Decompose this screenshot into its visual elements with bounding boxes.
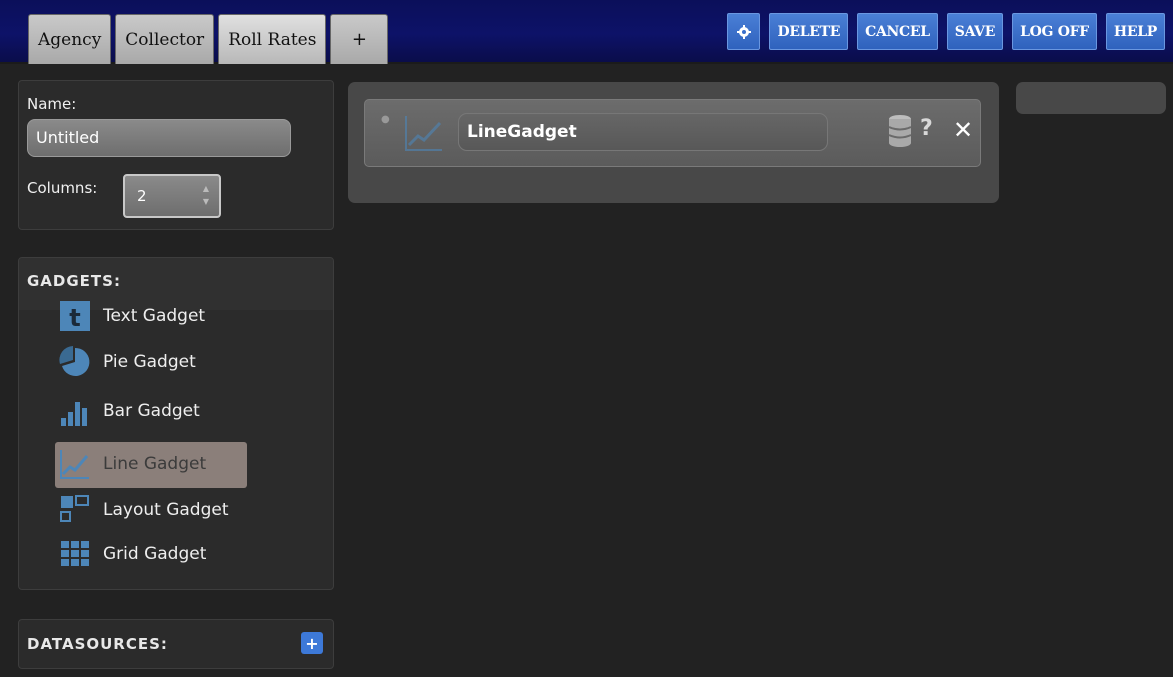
add-tab-button[interactable]: + bbox=[330, 14, 389, 64]
drag-handle-icon[interactable]: ● bbox=[381, 114, 390, 125]
gadget-item-bar[interactable]: Bar Gadget bbox=[57, 389, 200, 433]
help-icon[interactable]: ? bbox=[920, 116, 933, 141]
dashboard-column-2[interactable] bbox=[1016, 82, 1166, 114]
gadget-title-input[interactable]: LineGadget bbox=[458, 113, 828, 151]
layout-gadget-icon bbox=[57, 492, 93, 528]
database-icon[interactable] bbox=[887, 114, 913, 152]
gadget-item-label: Layout Gadget bbox=[103, 500, 229, 520]
columns-stepper[interactable]: 2 ▲ ▼ bbox=[123, 174, 221, 218]
tab-collector[interactable]: Collector bbox=[115, 14, 215, 64]
tab-roll-rates[interactable]: Roll Rates bbox=[218, 14, 327, 64]
gadget-item-label: Text Gadget bbox=[103, 306, 206, 326]
save-button[interactable]: SAVE bbox=[946, 13, 1004, 50]
cancel-button[interactable]: CANCEL bbox=[857, 13, 938, 50]
top-bar: Agency Collector Roll Rates + DELETE CAN… bbox=[0, 0, 1173, 64]
line-gadget-icon bbox=[403, 113, 445, 153]
grid-gadget-icon bbox=[57, 536, 93, 572]
dashboard-column-1[interactable]: ● LineGadget ? ✕ bbox=[348, 82, 999, 203]
gadget-item-label: Line Gadget bbox=[103, 454, 207, 474]
name-label: Name: bbox=[27, 95, 77, 113]
log-off-button[interactable]: LOG OFF bbox=[1012, 13, 1097, 50]
gadget-item-pie[interactable]: Pie Gadget bbox=[57, 340, 196, 384]
dashboard-tabs: Agency Collector Roll Rates + bbox=[28, 14, 389, 64]
svg-text:t: t bbox=[69, 304, 80, 332]
columns-value: 2 bbox=[137, 187, 147, 205]
dashboard-settings-panel: Name: Untitled Columns: 2 ▲ ▼ bbox=[18, 80, 334, 230]
delete-button[interactable]: DELETE bbox=[769, 13, 849, 50]
tab-agency[interactable]: Agency bbox=[28, 14, 112, 64]
gadget-item-label: Grid Gadget bbox=[103, 544, 207, 564]
gadget-item-label: Bar Gadget bbox=[103, 401, 200, 421]
gadget-item-line[interactable]: Line Gadget bbox=[55, 442, 247, 488]
gadget-item-layout[interactable]: Layout Gadget bbox=[57, 488, 229, 532]
add-datasource-button[interactable]: + bbox=[301, 632, 323, 654]
text-gadget-icon: t bbox=[57, 298, 93, 334]
pie-gadget-icon bbox=[57, 344, 93, 380]
bar-gadget-icon bbox=[57, 393, 93, 429]
datasources-heading: DATASOURCES: bbox=[27, 635, 168, 653]
spinner-arrows-icon[interactable]: ▲ ▼ bbox=[201, 182, 211, 208]
gadget-item-text[interactable]: t Text Gadget bbox=[57, 294, 205, 338]
help-button[interactable]: HELP bbox=[1105, 13, 1165, 50]
gadget-item-label: Pie Gadget bbox=[103, 352, 196, 372]
action-buttons: DELETE CANCEL SAVE LOG OFF HELP bbox=[727, 13, 1165, 50]
line-gadget-icon bbox=[57, 446, 93, 482]
datasources-panel: DATASOURCES: + bbox=[18, 619, 334, 669]
name-input[interactable]: Untitled bbox=[27, 119, 291, 157]
gadget-card[interactable]: ● LineGadget ? ✕ bbox=[364, 99, 981, 167]
columns-label: Columns: bbox=[27, 179, 98, 197]
gadget-item-grid[interactable]: Grid Gadget bbox=[57, 532, 206, 576]
gadgets-panel: GADGETS: t Text Gadget Pie Gadget Bar Ga… bbox=[18, 257, 334, 590]
settings-button[interactable] bbox=[727, 13, 761, 50]
gear-icon bbox=[736, 24, 751, 39]
close-icon[interactable]: ✕ bbox=[953, 116, 973, 144]
